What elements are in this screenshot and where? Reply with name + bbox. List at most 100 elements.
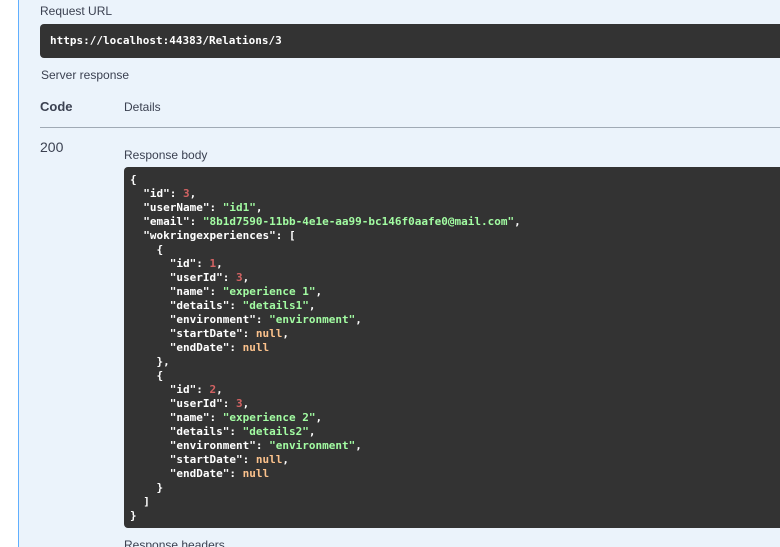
json-key: "name": [169, 411, 210, 424]
json-punctuation: ,: [216, 257, 223, 270]
json-punctuation: ,: [355, 313, 362, 326]
response-body-json[interactable]: { "id": 3, "userName": "id1", "email": "…: [130, 173, 521, 523]
json-punctuation: ,: [282, 453, 289, 466]
swagger-response-panel: Request URL https://localhost:44383/Rela…: [0, 0, 780, 547]
json-punctuation: [130, 271, 170, 284]
code-column-header: Code: [40, 99, 73, 114]
json-key: "startDate": [169, 453, 243, 466]
json-punctuation: ,: [216, 383, 223, 396]
json-key: "details": [169, 299, 230, 312]
json-punctuation: [130, 285, 170, 298]
request-url-value[interactable]: https://localhost:44383/Relations/3: [50, 34, 282, 47]
response-body-code-block[interactable]: { "id": 3, "userName": "id1", "email": "…: [124, 167, 780, 528]
json-punctuation: : [: [275, 229, 296, 242]
response-section: Request URL https://localhost:44383/Rela…: [19, 0, 780, 547]
json-punctuation: :: [242, 327, 256, 340]
json-number: 3: [183, 187, 190, 200]
json-line: "endDate": null: [130, 341, 269, 354]
json-punctuation: }: [130, 481, 164, 494]
json-key: "endDate": [169, 341, 230, 354]
operation-left-border: [0, 0, 19, 547]
json-line: "details": "details2",: [130, 425, 316, 438]
json-line: "userName": "id1",: [130, 201, 262, 214]
json-punctuation: :: [209, 411, 223, 424]
json-string: "details1": [242, 299, 309, 312]
json-key: "startDate": [169, 327, 243, 340]
request-url-box[interactable]: https://localhost:44383/Relations/3: [40, 24, 780, 58]
server-response-label: Server response: [41, 68, 130, 82]
json-string: "8b1d7590-11bb-4e1e-aa99-bc146f0aafe0@ma…: [202, 215, 515, 228]
json-line: "wokringexperiences": [: [130, 229, 296, 242]
json-punctuation: [130, 327, 170, 340]
json-key: "userName": [143, 201, 210, 214]
json-literal: null: [255, 327, 283, 340]
json-punctuation: ,: [189, 187, 197, 200]
json-punctuation: {: [130, 173, 137, 186]
json-key: "id": [169, 257, 197, 270]
json-punctuation: [130, 201, 143, 214]
response-headers-label: Response headers: [124, 538, 225, 547]
json-string: "details2": [242, 425, 309, 438]
json-key: "userId": [169, 271, 223, 284]
details-column-header: Details: [124, 100, 161, 114]
json-punctuation: [130, 215, 143, 228]
json-punctuation: {: [130, 243, 164, 256]
json-punctuation: :: [222, 271, 236, 284]
json-punctuation: :: [209, 201, 223, 214]
json-punctuation: :: [209, 285, 223, 298]
json-line: "environment": "environment",: [130, 439, 362, 452]
json-punctuation: :: [255, 439, 270, 452]
json-key: "id": [143, 187, 170, 200]
json-line: "startDate": null,: [130, 453, 289, 466]
json-punctuation: [130, 229, 143, 242]
json-punctuation: ,: [308, 299, 316, 312]
json-punctuation: ,: [255, 201, 263, 214]
json-line: "id": 2,: [130, 383, 223, 396]
response-status-code: 200: [40, 139, 64, 155]
json-punctuation: :: [189, 215, 203, 228]
json-punctuation: ,: [315, 411, 323, 424]
json-punctuation: ,: [242, 271, 250, 284]
json-punctuation: [130, 397, 170, 410]
json-key: "environment": [169, 313, 256, 326]
json-line: }: [130, 481, 163, 494]
json-string: "experience 1": [222, 285, 316, 298]
response-body-label: Response body: [124, 148, 208, 162]
json-key: "id": [169, 383, 197, 396]
json-line: "name": "experience 1",: [130, 285, 322, 298]
json-punctuation: ,: [355, 439, 362, 452]
json-literal: null: [242, 467, 270, 480]
json-punctuation: :: [196, 383, 210, 396]
request-url-label: Request URL: [40, 4, 113, 18]
json-line: "email": "8b1d7590-11bb-4e1e-aa99-bc146f…: [130, 215, 521, 228]
json-punctuation: ]: [130, 495, 150, 508]
json-punctuation: :: [196, 257, 210, 270]
json-punctuation: :: [229, 467, 243, 480]
json-punctuation: ,: [315, 285, 323, 298]
json-punctuation: [130, 467, 170, 480]
json-punctuation: [130, 453, 170, 466]
json-literal: null: [255, 453, 283, 466]
json-line: "id": 3,: [130, 187, 196, 200]
json-punctuation: ,: [242, 397, 250, 410]
json-line: },: [130, 355, 170, 368]
json-punctuation: [130, 341, 170, 354]
json-line: "id": 1,: [130, 257, 223, 270]
json-punctuation: :: [242, 453, 256, 466]
json-punctuation: :: [229, 341, 243, 354]
json-punctuation: },: [130, 355, 170, 368]
json-key: "userId": [169, 397, 223, 410]
json-punctuation: [130, 425, 170, 438]
json-line: "name": "experience 2",: [130, 411, 322, 424]
json-punctuation: [130, 313, 170, 326]
json-number: 3: [235, 271, 243, 284]
json-key: "wokringexperiences": [143, 229, 276, 242]
json-line: "environment": "environment",: [130, 313, 362, 326]
json-line: ]: [130, 495, 150, 508]
json-punctuation: ,: [308, 425, 316, 438]
table-header-divider: [40, 127, 780, 128]
json-punctuation: :: [229, 425, 243, 438]
json-string: "id1": [222, 201, 256, 214]
json-line: "userId": 3,: [130, 397, 249, 410]
json-punctuation: [130, 439, 170, 452]
